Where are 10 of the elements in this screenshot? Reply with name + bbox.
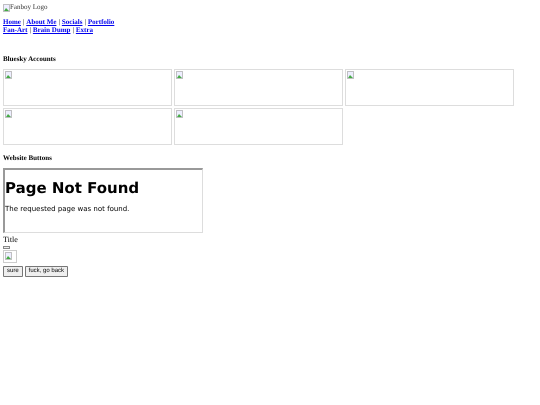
broken-image-icon — [347, 71, 354, 79]
title-label: Title — [3, 235, 19, 245]
empty-button[interactable] — [3, 246, 10, 249]
broken-image-icon — [176, 71, 183, 79]
broken-image-icon — [3, 4, 10, 12]
broken-image-icon — [5, 252, 12, 260]
broken-image-icon — [5, 110, 12, 118]
broken-image-icon — [5, 71, 12, 79]
broken-image-icon — [176, 110, 183, 118]
page-title: Page Not Found — [5, 179, 140, 197]
